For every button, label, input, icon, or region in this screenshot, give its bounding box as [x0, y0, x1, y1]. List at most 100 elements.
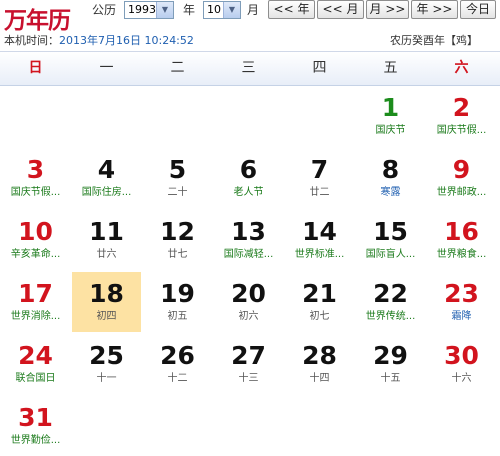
day-cell[interactable]: 12 廿七 [143, 210, 212, 270]
day-cell[interactable]: 22 世界传统... [356, 272, 425, 332]
day-number: 6 [239, 155, 258, 184]
day-subtext: 国际盲人... [365, 249, 416, 260]
day-number: 29 [373, 341, 408, 370]
local-time-value: 2013年7月16日 10:24:52 [59, 34, 194, 47]
day-cell[interactable]: 4 国际住房... [72, 148, 141, 208]
day-cell[interactable]: 17 世界消除... [1, 272, 70, 332]
day-cell[interactable]: 7 廿二 [285, 148, 354, 208]
day-number: 12 [160, 217, 195, 246]
day-cell[interactable]: 6 老人节 [214, 148, 283, 208]
day-cell[interactable]: 28 十四 [285, 334, 354, 394]
day-number: 23 [444, 279, 479, 308]
day-cell[interactable]: 8 寒露 [356, 148, 425, 208]
local-time: 本机时间：2013年7月16日 10:24:52 [4, 32, 194, 48]
day-subtext: 十五 [380, 373, 401, 384]
day-subtext: 国际住房... [81, 187, 132, 198]
day-cell[interactable]: 2 国庆节假... [427, 86, 496, 146]
day-subtext: 国际减轻... [223, 249, 274, 260]
day-number: 31 [18, 403, 53, 432]
weekday-sunday: 日 [28, 60, 43, 76]
day-cell-today[interactable]: 18 初四 [72, 272, 141, 332]
day-number: 14 [302, 217, 337, 246]
day-number: 10 [18, 217, 53, 246]
day-cell[interactable]: 10 辛亥革命... [1, 210, 70, 270]
day-cell[interactable]: 3 国庆节假... [1, 148, 70, 208]
lunar-year: 农历癸酉年【鸡】 [390, 34, 478, 47]
day-subtext: 二十 [167, 187, 188, 198]
day-subtext: 辛亥革命... [10, 249, 61, 260]
day-subtext: 十一 [96, 373, 117, 384]
day-cell[interactable]: 24 联合国日 [1, 334, 70, 394]
day-cell[interactable]: 20 初六 [214, 272, 283, 332]
today-button[interactable]: 今日 [460, 0, 496, 19]
day-subtext: 初四 [96, 311, 117, 322]
weekday-header: 日 一 二 三 四 五 六 [0, 52, 500, 86]
day-number: 21 [302, 279, 337, 308]
day-cell[interactable]: 25 十一 [72, 334, 141, 394]
day-number: 3 [26, 155, 45, 184]
day-cell[interactable]: 27 十三 [214, 334, 283, 394]
day-number: 30 [444, 341, 479, 370]
day-cell[interactable]: 30 十六 [427, 334, 496, 394]
weekday-monday: 一 [99, 60, 114, 76]
day-subtext: 廿七 [167, 249, 188, 260]
day-cell[interactable]: 9 世界邮政... [427, 148, 496, 208]
day-cell[interactable]: 21 初七 [285, 272, 354, 332]
day-subtext: 初五 [167, 311, 188, 322]
day-cell[interactable]: 26 十二 [143, 334, 212, 394]
day-number: 5 [168, 155, 187, 184]
day-cell[interactable]: 13 国际减轻... [214, 210, 283, 270]
app-logo: 万年历 [4, 7, 71, 34]
day-subtext: 初七 [309, 311, 330, 322]
day-subtext: 国庆节 [375, 125, 406, 136]
day-cell[interactable]: 15 国际盲人... [356, 210, 425, 270]
weekday-friday: 五 [383, 60, 398, 76]
day-number: 1 [381, 93, 400, 122]
month-label: 月 [247, 3, 260, 17]
day-number: 27 [231, 341, 266, 370]
year-select[interactable]: 1993 ▼ [124, 1, 174, 19]
day-number: 2 [452, 93, 471, 122]
day-number: 15 [373, 217, 408, 246]
month-select-value: 10 [207, 3, 221, 16]
day-subtext: 国庆节假... [436, 125, 487, 136]
day-number: 11 [89, 217, 124, 246]
day-subtext: 老人节 [233, 187, 264, 198]
weekday-saturday: 六 [454, 60, 469, 76]
day-cell[interactable]: 19 初五 [143, 272, 212, 332]
day-number: 26 [160, 341, 195, 370]
day-cell[interactable]: 23 霜降 [427, 272, 496, 332]
prev-month-button[interactable]: << 月 [317, 0, 364, 19]
month-select[interactable]: 10 ▼ [203, 1, 241, 19]
day-subtext: 廿六 [96, 249, 117, 260]
chevron-down-icon: ▼ [223, 2, 240, 18]
day-subtext: 国庆节假... [10, 187, 61, 198]
next-year-button[interactable]: 年 >> [411, 0, 458, 19]
next-month-button[interactable]: 月 >> [366, 0, 409, 19]
day-subtext: 世界粮食... [436, 249, 487, 260]
day-cell[interactable]: 14 世界标准... [285, 210, 354, 270]
day-number: 13 [231, 217, 266, 246]
day-subtext: 霜降 [451, 311, 472, 322]
day-subtext: 初六 [238, 311, 259, 322]
gregorian-label: 公历 [92, 3, 117, 17]
day-number: 25 [89, 341, 124, 370]
day-subtext: 十三 [238, 373, 259, 384]
day-subtext: 寒露 [380, 187, 401, 198]
prev-year-button[interactable]: << 年 [268, 0, 315, 19]
day-number: 18 [89, 279, 124, 308]
weekday-thursday: 四 [312, 60, 327, 76]
year-select-value: 1993 [128, 3, 156, 16]
day-subtext: 十六 [451, 373, 472, 384]
weekday-wednesday: 三 [241, 60, 256, 76]
year-label: 年 [183, 3, 196, 17]
day-number: 22 [373, 279, 408, 308]
day-number: 17 [18, 279, 53, 308]
day-cell[interactable]: 31 世界勤俭... [1, 396, 70, 456]
day-cell[interactable]: 1 国庆节 [356, 86, 425, 146]
day-subtext: 世界传统... [365, 311, 416, 322]
day-cell[interactable]: 5 二十 [143, 148, 212, 208]
day-cell[interactable]: 11 廿六 [72, 210, 141, 270]
day-cell[interactable]: 16 世界粮食... [427, 210, 496, 270]
day-cell[interactable]: 29 十五 [356, 334, 425, 394]
